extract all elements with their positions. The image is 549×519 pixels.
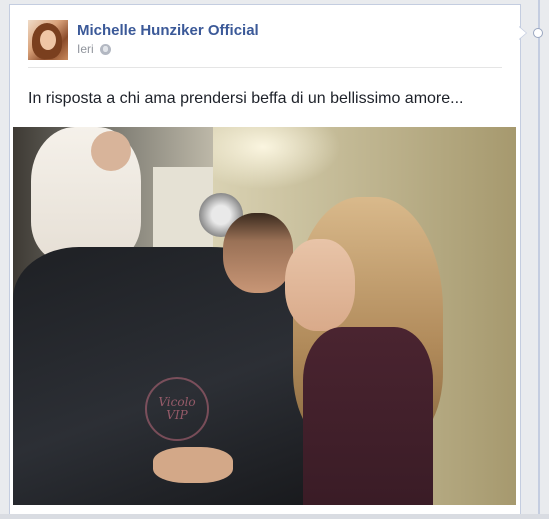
photo-watermark: Vicolo VIP: [145, 377, 209, 441]
page-avatar[interactable]: [28, 20, 68, 60]
globe-icon: [99, 43, 111, 55]
photo-woman-face: [285, 239, 355, 331]
photo-man-head: [223, 213, 293, 293]
page-name-link[interactable]: Michelle Hunziker Official: [77, 22, 259, 39]
post-timestamp[interactable]: Ieri: [77, 42, 94, 56]
photo-woman-sweater: [303, 327, 433, 505]
post-photo[interactable]: Vicolo VIP: [13, 127, 516, 505]
post-meta: Ieri: [77, 42, 111, 56]
timeline-line: [538, 0, 540, 519]
post-card: Michelle Hunziker Official Ieri In rispo…: [9, 4, 521, 515]
post-text: In risposta a chi ama prendersi beffa di…: [28, 90, 464, 107]
bottom-bar: [0, 514, 549, 519]
photo-baby-head: [91, 131, 131, 171]
photo-man-hand: [153, 447, 233, 483]
timeline-dot: [533, 28, 543, 38]
header-divider: [28, 67, 502, 68]
